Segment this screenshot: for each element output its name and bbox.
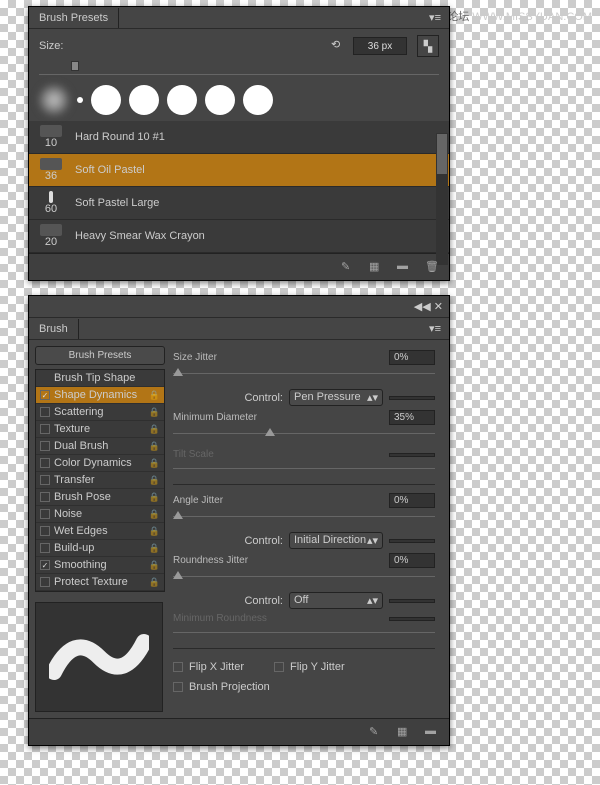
flip-y-checkbox[interactable]	[274, 662, 284, 672]
brush-options-list: Brush Tip Shape Shape Dynamics🔒Scatterin…	[35, 369, 165, 592]
brush-list: 10Hard Round 10 #1 36Soft Oil Pastel 60S…	[29, 121, 449, 253]
checkbox	[40, 577, 50, 587]
preset-view-icon[interactable]: ▦	[369, 260, 383, 274]
opt-build-up: Build-up🔒	[36, 540, 164, 557]
opt-tip-shape[interactable]: Brush Tip Shape	[36, 370, 164, 387]
size-input[interactable]	[353, 37, 407, 55]
opt-transfer[interactable]: Transfer🔒	[36, 472, 164, 489]
size-slider[interactable]	[39, 63, 439, 75]
reset-size-icon[interactable]: ⟲	[331, 38, 347, 54]
new-preset-icon[interactable]: ▬	[425, 725, 439, 739]
new-preset-icon[interactable]: ▬	[397, 260, 411, 274]
lock-icon[interactable]: 🔒	[149, 543, 160, 554]
opt-shape-dynamics[interactable]: Shape Dynamics🔒	[36, 387, 164, 404]
size-jitter-slider[interactable]	[173, 369, 435, 379]
panel-menu-icon[interactable]: ▾≡	[421, 322, 449, 335]
flip-x-checkbox[interactable]	[173, 662, 183, 672]
brush-toggle-icon[interactable]: ✎	[369, 725, 383, 739]
size-label: Size:	[39, 40, 63, 52]
size-jitter-input[interactable]: 0%	[389, 350, 435, 365]
tab-brush-presets[interactable]: Brush Presets	[29, 8, 119, 28]
brush-presets-button[interactable]: Brush Presets	[35, 346, 165, 365]
preset-view-icon[interactable]: ▦	[397, 725, 411, 739]
stroke-previews	[29, 79, 449, 121]
scrollbar[interactable]	[436, 133, 448, 265]
opt-dual-brush: Dual Brush🔒	[36, 438, 164, 455]
angle-jitter-slider[interactable]	[173, 512, 435, 522]
min-diameter-slider[interactable]	[173, 429, 435, 439]
checkbox	[40, 458, 50, 468]
lock-icon[interactable]: 🔒	[149, 577, 160, 588]
lock-icon[interactable]: 🔒	[149, 458, 160, 469]
checkbox	[40, 441, 50, 451]
angle-control-dropdown[interactable]: Initial Direction▴▾	[289, 532, 383, 549]
toggle-preview-icon[interactable]: ▚	[417, 35, 439, 57]
brush-projection-checkbox[interactable]	[173, 682, 183, 692]
brush-panel: ◀◀ ✕ Brush ▾≡ Brush Presets Brush Tip Sh…	[28, 295, 450, 746]
trash-icon[interactable]: 🗑	[425, 260, 439, 274]
lock-icon[interactable]: 🔒	[149, 492, 160, 503]
checkbox[interactable]	[40, 390, 50, 400]
brush-presets-panel: Brush Presets ▾≡ Size: ⟲ ▚ 10Hard Round …	[28, 6, 450, 281]
panel-menu-icon[interactable]: ▾≡	[421, 11, 449, 24]
roundness-jitter-slider[interactable]	[173, 572, 435, 582]
opt-brush-pose[interactable]: Brush Pose🔒	[36, 489, 164, 506]
angle-jitter-input[interactable]: 0%	[389, 493, 435, 508]
min-diameter-input[interactable]: 35%	[389, 410, 435, 425]
opt-color-dynamics: Color Dynamics🔒	[36, 455, 164, 472]
checkbox[interactable]	[40, 475, 50, 485]
checkbox	[40, 526, 50, 536]
lock-icon[interactable]: 🔒	[149, 441, 160, 452]
brush-item[interactable]: 10Hard Round 10 #1	[29, 121, 449, 154]
checkbox[interactable]	[40, 492, 50, 502]
opt-scattering[interactable]: Scattering🔒	[36, 404, 164, 421]
opt-protect-texture: Protect Texture🔒	[36, 574, 164, 591]
opt-smoothing[interactable]: Smoothing🔒	[36, 557, 164, 574]
brush-item[interactable]: 20Heavy Smear Wax Crayon	[29, 220, 449, 253]
size-control-dropdown[interactable]: Pen Pressure▴▾	[289, 389, 383, 406]
brush-toggle-icon[interactable]: ✎	[341, 260, 355, 274]
collapse-icon[interactable]: ◀◀ ✕	[408, 300, 449, 313]
lock-icon[interactable]: 🔒	[149, 526, 160, 537]
lock-icon[interactable]: 🔒	[149, 509, 160, 520]
lock-icon[interactable]: 🔒	[149, 390, 160, 401]
opt-noise[interactable]: Noise🔒	[36, 506, 164, 523]
lock-icon[interactable]: 🔒	[149, 407, 160, 418]
tab-brush[interactable]: Brush	[29, 319, 79, 339]
checkbox	[40, 543, 50, 553]
roundness-control-dropdown[interactable]: Off▴▾	[289, 592, 383, 609]
brush-item[interactable]: 36Soft Oil Pastel	[29, 154, 449, 187]
brush-preview	[35, 602, 163, 712]
lock-icon[interactable]: 🔒	[149, 424, 160, 435]
lock-icon[interactable]: 🔒	[149, 560, 160, 571]
checkbox[interactable]	[40, 509, 50, 519]
lock-icon[interactable]: 🔒	[149, 475, 160, 486]
opt-wet-edges: Wet Edges🔒	[36, 523, 164, 540]
brush-item[interactable]: 60Soft Pastel Large	[29, 187, 449, 220]
roundness-jitter-input[interactable]: 0%	[389, 553, 435, 568]
opt-texture: Texture🔒	[36, 421, 164, 438]
checkbox[interactable]	[40, 407, 50, 417]
checkbox[interactable]	[40, 560, 50, 570]
checkbox	[40, 424, 50, 434]
